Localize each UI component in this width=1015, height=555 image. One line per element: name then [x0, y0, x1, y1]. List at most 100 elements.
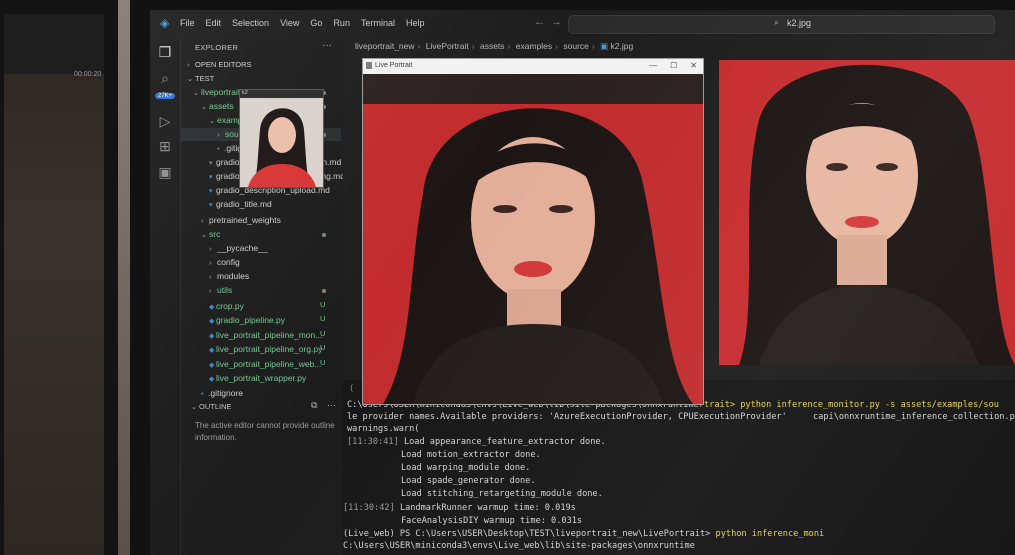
terminal-prompt-marker: (: [349, 384, 355, 394]
outline-filter-icon[interactable]: ⧉: [311, 400, 317, 411]
image-file-icon: ▣: [600, 41, 609, 51]
tree-item-pycache[interactable]: › __pycache__: [209, 242, 268, 255]
breadcrumb-item[interactable]: k2.jpg: [611, 41, 634, 51]
menu-terminal[interactable]: Terminal: [361, 18, 395, 28]
python-icon: ◆: [209, 376, 215, 383]
terminal-line: (Live_web) PS C:\Users\USER\Desktop\TEST…: [343, 529, 825, 539]
menu-view[interactable]: View: [280, 18, 299, 28]
live-portrait-titlebar[interactable]: Live Portrait — ☐ ✕: [363, 59, 703, 74]
untracked-status: U: [320, 314, 326, 323]
vscode-logo-icon: ◈: [160, 16, 170, 30]
tree-item-config[interactable]: › config: [209, 256, 240, 269]
menu-edit[interactable]: Edit: [206, 18, 222, 28]
untracked-status: U: [320, 329, 326, 338]
chevron-down-icon: ⌄: [201, 232, 207, 239]
untracked-status: U: [320, 300, 326, 309]
markdown-icon: ▾: [209, 174, 213, 181]
left-monitor-toolbar: [4, 14, 104, 74]
menu-run[interactable]: Run: [333, 18, 350, 28]
terminal-line: Load spade_generator done.: [401, 476, 536, 486]
chevron-right-icon: ›: [209, 288, 212, 295]
activity-bar: ❐ ⌕ 27K+ ▷ ⊞ ▣: [150, 38, 181, 555]
tree-item-gradio-title[interactable]: ▾ gradio_title.md: [209, 198, 272, 211]
close-icon[interactable]: ✕: [690, 61, 697, 70]
outline-more-icon[interactable]: ···: [327, 400, 336, 410]
animated-portrait-image: [363, 74, 703, 404]
menu-go[interactable]: Go: [310, 18, 322, 28]
terminal-line: capi\onnxruntime_inference_collection.py…: [813, 412, 1015, 422]
chevron-down-icon: ⌄: [187, 76, 193, 83]
tree-item-pretrained-weights[interactable]: › pretrained_weights: [201, 214, 281, 227]
breadcrumb: liveportrait_new › LivePortrait › assets › …: [355, 41, 634, 51]
search-text: k2.jpg: [787, 18, 812, 28]
extensions-icon[interactable]: ⊞: [157, 138, 173, 154]
tree-item-assets[interactable]: ⌄ assets: [201, 100, 234, 113]
chevron-right-icon: ›: [209, 274, 212, 281]
run-debug-icon[interactable]: ▷: [157, 113, 173, 129]
tree-item-gradio-pipeline[interactable]: ◆ gradio_pipeline.py: [209, 314, 285, 327]
menu-help[interactable]: Help: [406, 18, 425, 28]
left-monitor: 00:00:20: [0, 0, 118, 555]
terminal-line: warnings.warn(: [347, 424, 420, 434]
remote-explorer-icon[interactable]: ▣: [157, 164, 173, 180]
untracked-status: U: [320, 343, 326, 352]
terminal-line: Load warping_module done.: [401, 463, 531, 473]
tree-item-live-portrait-pipeline-mon[interactable]: ◆ live_portrait_pipeline_mon...: [209, 329, 322, 342]
chevron-right-icon: ›: [209, 246, 212, 253]
breadcrumb-item[interactable]: assets: [480, 41, 505, 51]
command-center-search[interactable]: ⌕ k2.jpg: [568, 15, 995, 34]
tree-item-live-portrait-pipeline-web[interactable]: ◆ live_portrait_pipeline_web...: [209, 358, 321, 371]
menu-selection[interactable]: Selection: [232, 18, 269, 28]
live-portrait-window[interactable]: Live Portrait — ☐ ✕: [362, 58, 704, 405]
live-portrait-title: Live Portrait: [375, 62, 413, 69]
tree-item-live-portrait-wrapper[interactable]: ◆ live_portrait_wrapper.py: [209, 372, 306, 385]
menu-file[interactable]: File: [180, 18, 195, 28]
explorer-files-icon[interactable]: ❐: [157, 44, 173, 60]
search-activity-icon[interactable]: ⌕: [157, 70, 173, 86]
search-icon: ⌕: [774, 17, 780, 27]
tree-item-live-portrait-pipeline-org[interactable]: ◆ live_portrait_pipeline_org.py: [209, 343, 322, 356]
workspace-section[interactable]: ⌄ TEST: [187, 72, 214, 85]
modified-dot-icon: [322, 289, 326, 293]
breadcrumb-item[interactable]: LivePortrait: [426, 41, 469, 51]
left-monitor-timecode: 00:00:20: [74, 71, 102, 78]
breadcrumb-item[interactable]: examples: [516, 41, 552, 51]
tree-item-crop-py[interactable]: ◆ crop.py: [209, 300, 244, 313]
back-arrow-icon[interactable]: ←: [534, 16, 551, 28]
thumbnail-title: k2: [242, 90, 248, 96]
breadcrumb-item[interactable]: liveportrait_new: [355, 41, 415, 51]
forward-arrow-icon[interactable]: →: [551, 16, 568, 28]
markdown-icon: ▾: [209, 160, 213, 167]
chevron-right-icon: ›: [187, 62, 190, 69]
minimize-icon[interactable]: —: [649, 61, 657, 70]
file-icon: •: [217, 146, 220, 153]
chevron-down-icon: ⌄: [209, 118, 215, 125]
breadcrumb-item[interactable]: source: [563, 41, 589, 51]
window-controls: — ☐ ✕: [649, 61, 697, 70]
untracked-status: U: [320, 358, 326, 367]
terminal-line: [11:30:42] LandmarkRunner warmup time: 0…: [343, 503, 576, 513]
modified-dot-icon: [322, 233, 326, 237]
image-hover-thumbnail: k2: [239, 89, 324, 188]
tree-item-utils[interactable]: › utils: [209, 284, 232, 297]
markdown-icon: ▾: [209, 202, 213, 209]
outline-section[interactable]: ⌄ OUTLINE: [191, 402, 232, 411]
vscode-window: ◈ File Edit Selection View Go Run Termin…: [150, 10, 1015, 555]
thumbnail-image: [240, 98, 323, 187]
terminal-line: FaceAnalysisDIY warmup time: 0.031s: [401, 516, 583, 526]
python-icon: ◆: [209, 304, 215, 311]
terminal-panel[interactable]: ( C:\Users\USER\miniconda3\envs\Live_web…: [343, 380, 1015, 555]
chevron-right-icon: ›: [217, 132, 220, 139]
open-editors-section[interactable]: › OPEN EDITORS: [187, 58, 252, 71]
outline-message: The active editor cannot provide outline…: [195, 421, 335, 442]
python-icon: ◆: [209, 333, 215, 340]
chevron-down-icon: ⌄: [193, 90, 199, 97]
chevron-right-icon: ›: [209, 260, 212, 267]
tree-item-gitignore-root[interactable]: • .gitignore: [201, 387, 243, 400]
python-icon: ◆: [209, 347, 215, 354]
maximize-icon[interactable]: ☐: [670, 61, 677, 70]
tree-item-src[interactable]: ⌄ src: [201, 228, 220, 241]
more-actions-icon[interactable]: ···: [322, 40, 332, 51]
tree-item-modules[interactable]: › modules: [209, 270, 249, 283]
chevron-down-icon: ⌄: [191, 404, 197, 411]
